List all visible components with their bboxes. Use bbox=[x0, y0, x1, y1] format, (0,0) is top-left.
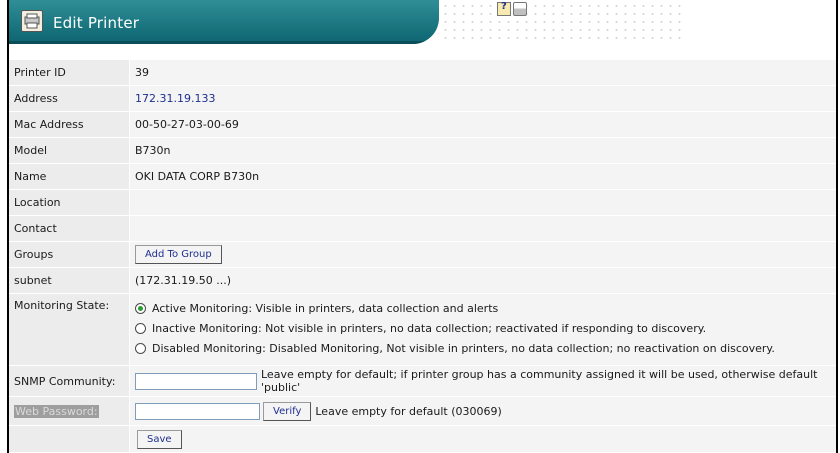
row-model: Model B730n bbox=[9, 138, 836, 164]
radio-button-active[interactable] bbox=[135, 302, 146, 314]
name-label: Name bbox=[9, 164, 129, 189]
row-save: Save bbox=[9, 426, 836, 453]
page-header: Edit Printer bbox=[9, 0, 836, 44]
snmp-community-cell: Leave empty for default; if printer grou… bbox=[130, 366, 836, 396]
row-subnet: subnet (172.31.19.50 ...) bbox=[9, 268, 836, 294]
model-label: Model bbox=[9, 138, 129, 163]
row-mac-address: Mac Address 00-50-27-03-00-69 bbox=[9, 112, 836, 138]
row-printer-id: Printer ID 39 bbox=[9, 60, 836, 86]
snmp-community-hint: Leave empty for default; if printer grou… bbox=[261, 368, 818, 394]
subnet-value: (172.31.19.50 ...) bbox=[130, 268, 836, 293]
groups-value-cell: Add To Group bbox=[130, 242, 836, 267]
name-value: OKI DATA CORP B730n bbox=[130, 164, 836, 189]
address-label: Address bbox=[9, 86, 129, 111]
mac-address-label: Mac Address bbox=[9, 112, 129, 137]
verify-button[interactable]: Verify bbox=[263, 401, 312, 421]
save-cell: Save bbox=[130, 426, 836, 452]
radio-option-active[interactable]: Active Monitoring: Visible in printers, … bbox=[135, 298, 775, 318]
address-link[interactable]: 172.31.19.133 bbox=[135, 92, 215, 105]
title-bar: Edit Printer bbox=[9, 0, 439, 44]
web-password-label-cell: Web Password: bbox=[9, 397, 129, 425]
row-web-password: Web Password: Verify Leave empty for def… bbox=[9, 397, 836, 426]
row-name: Name OKI DATA CORP B730n bbox=[9, 164, 836, 190]
mac-address-value: 00-50-27-03-00-69 bbox=[130, 112, 836, 137]
save-button[interactable]: Save bbox=[137, 429, 182, 449]
notepad-icon[interactable] bbox=[497, 1, 511, 16]
radio-label-inactive: Inactive Monitoring: Not visible in prin… bbox=[152, 321, 707, 335]
radio-button-inactive[interactable] bbox=[135, 322, 146, 334]
model-value: B730n bbox=[130, 138, 836, 163]
printer-form: Printer ID 39 Address 172.31.19.133 Mac … bbox=[9, 60, 836, 453]
web-password-hint: Leave empty for default (030069) bbox=[315, 404, 502, 418]
web-password-cell: Verify Leave empty for default (030069) bbox=[130, 397, 836, 425]
web-password-input[interactable] bbox=[135, 402, 260, 420]
location-value bbox=[130, 190, 836, 215]
printer-id-value: 39 bbox=[130, 60, 836, 85]
web-password-label: Web Password: bbox=[14, 404, 99, 418]
radio-option-disabled[interactable]: Disabled Monitoring: Disabled Monitoring… bbox=[135, 338, 775, 358]
snmp-community-label: SNMP Community: bbox=[9, 366, 129, 396]
row-address: Address 172.31.19.133 bbox=[9, 86, 836, 112]
frame-right-border bbox=[836, 0, 838, 453]
monitoring-state-options: Active Monitoring: Visible in printers, … bbox=[130, 294, 836, 365]
printer-icon[interactable] bbox=[513, 2, 527, 16]
save-row-label bbox=[9, 426, 129, 452]
radio-label-disabled: Disabled Monitoring: Disabled Monitoring… bbox=[152, 341, 775, 355]
add-to-group-button[interactable]: Add To Group bbox=[135, 245, 222, 264]
groups-label: Groups bbox=[9, 242, 129, 267]
snmp-community-input[interactable] bbox=[135, 372, 257, 390]
row-contact: Contact bbox=[9, 216, 836, 242]
radio-button-disabled[interactable] bbox=[135, 342, 146, 354]
edit-printer-icon bbox=[21, 10, 43, 32]
contact-label: Contact bbox=[9, 216, 129, 241]
subnet-label: subnet bbox=[9, 268, 129, 293]
address-value-cell: 172.31.19.133 bbox=[130, 86, 836, 111]
row-location: Location bbox=[9, 190, 836, 216]
row-groups: Groups Add To Group bbox=[9, 242, 836, 268]
dotted-pattern bbox=[441, 2, 681, 42]
monitoring-state-label: Monitoring State: bbox=[9, 294, 129, 365]
row-snmp-community: SNMP Community: Leave empty for default;… bbox=[9, 366, 836, 397]
contact-value bbox=[130, 216, 836, 241]
row-monitoring-state: Monitoring State: Active Monitoring: Vis… bbox=[9, 294, 836, 366]
page-title: Edit Printer bbox=[53, 14, 140, 32]
location-label: Location bbox=[9, 190, 129, 215]
header-tool-icons bbox=[497, 1, 527, 20]
printer-id-label: Printer ID bbox=[9, 60, 129, 85]
radio-label-active: Active Monitoring: Visible in printers, … bbox=[152, 301, 499, 315]
radio-option-inactive[interactable]: Inactive Monitoring: Not visible in prin… bbox=[135, 318, 775, 338]
